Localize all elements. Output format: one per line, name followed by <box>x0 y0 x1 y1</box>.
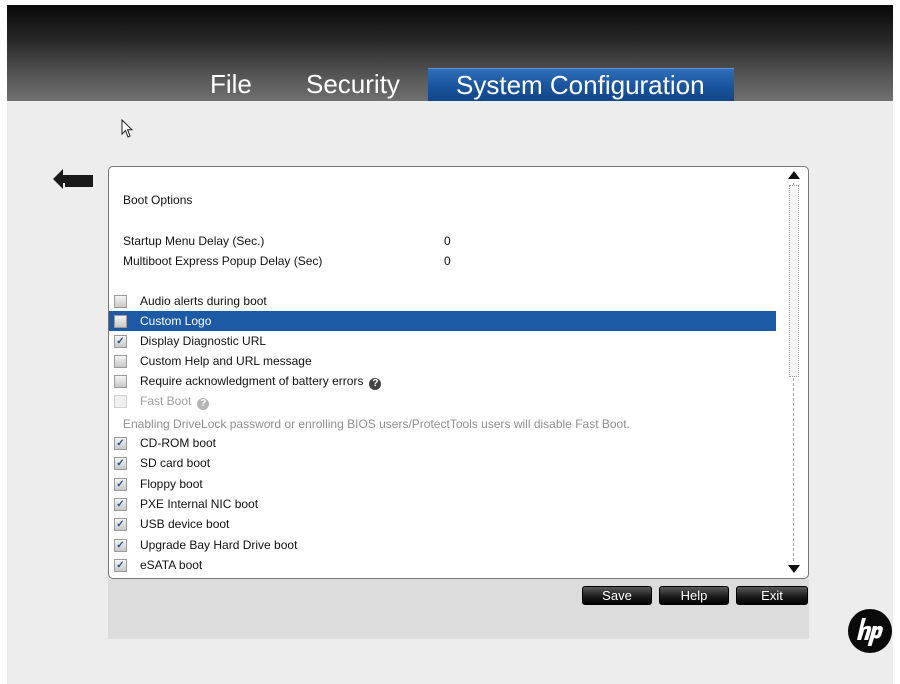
option-label: CD-ROM boot <box>140 436 217 450</box>
checkbox-checked[interactable]: ✓ <box>114 559 127 572</box>
multiboot-delay-label: Multiboot Express Popup Delay (Sec) <box>123 254 323 268</box>
menu-system-configuration[interactable]: System Configuration <box>428 68 734 101</box>
mouse-pointer-icon <box>121 119 134 138</box>
menu-security[interactable]: Security <box>306 68 400 101</box>
scroll-up-arrow-icon[interactable] <box>788 171 800 179</box>
checkbox[interactable] <box>114 315 127 328</box>
checkbox[interactable] <box>114 375 127 388</box>
option-label: SD card boot <box>140 456 211 470</box>
boot-sd-card[interactable]: ✓ SD card boot <box>109 453 776 473</box>
scroll-thumb[interactable] <box>789 185 799 377</box>
checkbox[interactable] <box>114 355 127 368</box>
option-custom-help-url[interactable]: Custom Help and URL message <box>109 351 776 371</box>
fast-boot-note: Enabling DriveLock password or enrolling… <box>123 417 630 431</box>
checkbox-checked[interactable]: ✓ <box>114 457 127 470</box>
option-label: Audio alerts during boot <box>140 294 267 308</box>
question-icon[interactable]: ? <box>197 398 210 410</box>
boot-options-panel: Boot Options Startup Menu Delay (Sec.) 0… <box>108 166 809 579</box>
option-label: Custom Logo <box>140 314 212 328</box>
checkbox-disabled <box>114 395 127 408</box>
boot-esata[interactable]: ✓ eSATA boot <box>109 555 776 575</box>
option-label-wrap: Fast Boot? <box>140 394 210 410</box>
option-label-wrap: Require acknowledgment of battery errors… <box>140 374 382 390</box>
option-custom-logo[interactable]: Custom Logo <box>109 311 776 331</box>
option-fast-boot: Fast Boot? <box>109 391 776 411</box>
option-label: eSATA boot <box>140 558 203 572</box>
checkbox[interactable] <box>114 295 127 308</box>
top-menu-bar: File Security System Configuration <box>7 5 893 101</box>
footer-bar: Save Help Exit <box>108 579 809 639</box>
checkbox-checked[interactable]: ✓ <box>114 498 127 511</box>
exit-button[interactable]: Exit <box>736 586 808 605</box>
checkbox-checked[interactable]: ✓ <box>114 478 127 491</box>
checkbox-checked[interactable]: ✓ <box>114 437 127 450</box>
option-label: Require acknowledgment of battery errors <box>140 374 364 388</box>
boot-usb[interactable]: ✓ USB device boot <box>109 514 776 534</box>
bios-screen: File Security System Configuration Boot … <box>7 5 893 684</box>
hp-logo <box>848 609 892 653</box>
multiboot-delay-value[interactable]: 0 <box>444 254 451 268</box>
checkbox-checked[interactable]: ✓ <box>114 518 127 531</box>
save-button[interactable]: Save <box>582 586 652 605</box>
menu-file[interactable]: File <box>210 68 252 101</box>
startup-delay-value[interactable]: 0 <box>444 234 451 248</box>
option-label: Custom Help and URL message <box>140 354 312 368</box>
option-battery-errors[interactable]: Require acknowledgment of battery errors… <box>109 371 776 391</box>
option-audio-alerts[interactable]: Audio alerts during boot <box>109 291 776 311</box>
boot-upgrade-bay[interactable]: ✓ Upgrade Bay Hard Drive boot <box>109 535 776 555</box>
back-arrow-icon[interactable] <box>51 167 95 191</box>
option-display-diagnostic-url[interactable]: ✓ Display Diagnostic URL <box>109 331 776 351</box>
boot-pxe[interactable]: ✓ PXE Internal NIC boot <box>109 494 776 514</box>
option-label: Display Diagnostic URL <box>140 334 267 348</box>
option-label: Floppy boot <box>140 477 203 491</box>
option-label: Fast Boot <box>140 394 192 408</box>
section-title: Boot Options <box>123 193 193 207</box>
checkbox-checked[interactable]: ✓ <box>114 539 127 552</box>
scroll-down-arrow-icon[interactable] <box>788 565 800 573</box>
option-label: Upgrade Bay Hard Drive boot <box>140 538 298 552</box>
boot-floppy[interactable]: ✓ Floppy boot <box>109 474 776 494</box>
scrollbar[interactable] <box>786 171 802 573</box>
option-label: PXE Internal NIC boot <box>140 497 259 511</box>
boot-cdrom[interactable]: ✓ CD-ROM boot <box>109 433 776 453</box>
checkbox-checked[interactable]: ✓ <box>114 335 127 348</box>
help-button[interactable]: Help <box>659 586 729 605</box>
option-label: USB device boot <box>140 517 230 531</box>
startup-delay-label: Startup Menu Delay (Sec.) <box>123 234 265 248</box>
question-icon[interactable]: ? <box>369 378 382 390</box>
